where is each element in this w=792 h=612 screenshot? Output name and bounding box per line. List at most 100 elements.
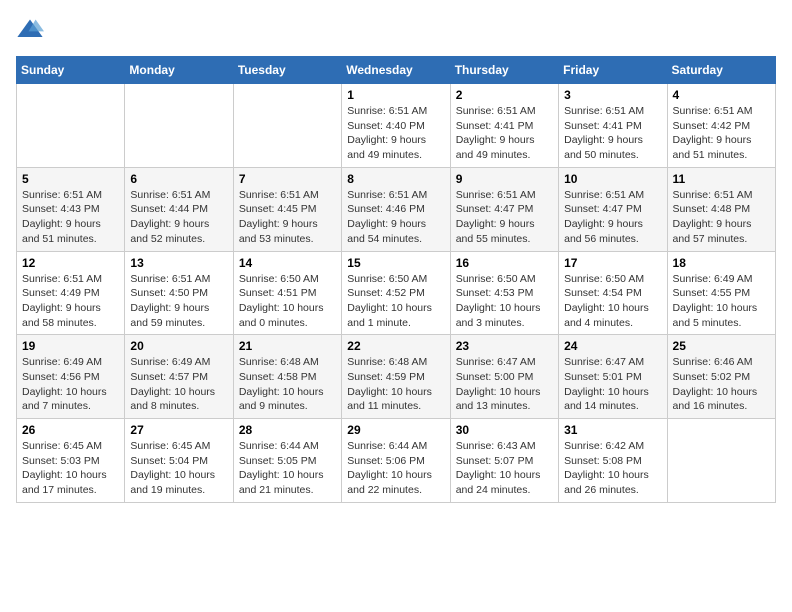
calendar-header-sunday: Sunday [17, 57, 125, 84]
calendar-week-4: 19Sunrise: 6:49 AM Sunset: 4:56 PM Dayli… [17, 335, 776, 419]
calendar-cell: 17Sunrise: 6:50 AM Sunset: 4:54 PM Dayli… [559, 251, 667, 335]
calendar-cell [17, 84, 125, 168]
day-number: 14 [239, 256, 336, 270]
page-header [16, 16, 776, 44]
calendar-cell: 22Sunrise: 6:48 AM Sunset: 4:59 PM Dayli… [342, 335, 450, 419]
day-number: 11 [673, 172, 770, 186]
calendar-cell: 31Sunrise: 6:42 AM Sunset: 5:08 PM Dayli… [559, 419, 667, 503]
calendar-week-3: 12 Sunrise: 6:51 AM Sunset: 4:49 PM Dayli… [17, 251, 776, 335]
calendar-header-monday: Monday [125, 57, 233, 84]
calendar-cell: 28 Sunrise: 6:44 AM Sunset: 5:05 PM Dayli… [233, 419, 341, 503]
calendar-cell: 21 Sunrise: 6:48 AM Sunset: 4:58 PM Dayli… [233, 335, 341, 419]
calendar-cell [667, 419, 775, 503]
day-info: Sunrise: 6:51 AM Sunset: 4:40 PM Dayligh… [347, 104, 444, 163]
day-number: 23 [456, 339, 553, 353]
day-number: 21 [239, 339, 336, 353]
day-number: 6 [130, 172, 227, 186]
day-info: Sunrise: 6:51 AM Sunset: 4:45 PM Dayligh… [239, 188, 336, 247]
calendar-cell: 15Sunrise: 6:50 AM Sunset: 4:52 PM Dayli… [342, 251, 450, 335]
day-number: 15 [347, 256, 444, 270]
calendar-cell: 11 Sunrise: 6:51 AM Sunset: 4:48 PM Dayli… [667, 167, 775, 251]
calendar-week-5: 26Sunrise: 6:45 AM Sunset: 5:03 PM Dayli… [17, 419, 776, 503]
logo [16, 16, 46, 44]
calendar-header-friday: Friday [559, 57, 667, 84]
day-info: Sunrise: 6:49 AM Sunset: 4:55 PM Dayligh… [673, 272, 770, 331]
day-info: Sunrise: 6:47 AM Sunset: 5:00 PM Dayligh… [456, 355, 553, 414]
day-number: 3 [564, 88, 661, 102]
day-number: 18 [673, 256, 770, 270]
calendar-cell: 25Sunrise: 6:46 AM Sunset: 5:02 PM Dayli… [667, 335, 775, 419]
calendar-table: SundayMondayTuesdayWednesdayThursdayFrid… [16, 56, 776, 503]
calendar-cell: 18 Sunrise: 6:49 AM Sunset: 4:55 PM Dayli… [667, 251, 775, 335]
day-info: Sunrise: 6:46 AM Sunset: 5:02 PM Dayligh… [673, 355, 770, 414]
day-info: Sunrise: 6:44 AM Sunset: 5:06 PM Dayligh… [347, 439, 444, 498]
calendar-cell: 16 Sunrise: 6:50 AM Sunset: 4:53 PM Dayli… [450, 251, 558, 335]
day-number: 30 [456, 423, 553, 437]
calendar-cell: 26Sunrise: 6:45 AM Sunset: 5:03 PM Dayli… [17, 419, 125, 503]
calendar-cell: 23 Sunrise: 6:47 AM Sunset: 5:00 PM Dayli… [450, 335, 558, 419]
day-info: Sunrise: 6:51 AM Sunset: 4:44 PM Dayligh… [130, 188, 227, 247]
calendar-cell: 24 Sunrise: 6:47 AM Sunset: 5:01 PM Dayli… [559, 335, 667, 419]
calendar-cell: 13 Sunrise: 6:51 AM Sunset: 4:50 PM Dayli… [125, 251, 233, 335]
day-number: 27 [130, 423, 227, 437]
calendar-cell: 19Sunrise: 6:49 AM Sunset: 4:56 PM Dayli… [17, 335, 125, 419]
day-info: Sunrise: 6:51 AM Sunset: 4:47 PM Dayligh… [564, 188, 661, 247]
day-number: 5 [22, 172, 119, 186]
calendar-cell: 20 Sunrise: 6:49 AM Sunset: 4:57 PM Dayli… [125, 335, 233, 419]
day-info: Sunrise: 6:51 AM Sunset: 4:43 PM Dayligh… [22, 188, 119, 247]
day-info: Sunrise: 6:50 AM Sunset: 4:54 PM Dayligh… [564, 272, 661, 331]
day-info: Sunrise: 6:51 AM Sunset: 4:41 PM Dayligh… [564, 104, 661, 163]
day-info: Sunrise: 6:50 AM Sunset: 4:53 PM Dayligh… [456, 272, 553, 331]
calendar-cell: 6 Sunrise: 6:51 AM Sunset: 4:44 PM Daylig… [125, 167, 233, 251]
calendar-cell: 12 Sunrise: 6:51 AM Sunset: 4:49 PM Dayli… [17, 251, 125, 335]
day-info: Sunrise: 6:49 AM Sunset: 4:57 PM Dayligh… [130, 355, 227, 414]
day-number: 28 [239, 423, 336, 437]
day-number: 7 [239, 172, 336, 186]
day-number: 16 [456, 256, 553, 270]
calendar-week-2: 5 Sunrise: 6:51 AM Sunset: 4:43 PM Daylig… [17, 167, 776, 251]
day-info: Sunrise: 6:44 AM Sunset: 5:05 PM Dayligh… [239, 439, 336, 498]
day-info: Sunrise: 6:51 AM Sunset: 4:41 PM Dayligh… [456, 104, 553, 163]
day-number: 10 [564, 172, 661, 186]
day-number: 29 [347, 423, 444, 437]
calendar-cell: 30 Sunrise: 6:43 AM Sunset: 5:07 PM Dayli… [450, 419, 558, 503]
calendar-header-thursday: Thursday [450, 57, 558, 84]
day-number: 9 [456, 172, 553, 186]
day-info: Sunrise: 6:50 AM Sunset: 4:51 PM Dayligh… [239, 272, 336, 331]
day-info: Sunrise: 6:48 AM Sunset: 4:58 PM Dayligh… [239, 355, 336, 414]
calendar-cell [125, 84, 233, 168]
calendar-cell: 4 Sunrise: 6:51 AM Sunset: 4:42 PM Daylig… [667, 84, 775, 168]
day-number: 1 [347, 88, 444, 102]
day-info: Sunrise: 6:48 AM Sunset: 4:59 PM Dayligh… [347, 355, 444, 414]
calendar-header-row: SundayMondayTuesdayWednesdayThursdayFrid… [17, 57, 776, 84]
day-info: Sunrise: 6:49 AM Sunset: 4:56 PM Dayligh… [22, 355, 119, 414]
day-info: Sunrise: 6:51 AM Sunset: 4:49 PM Dayligh… [22, 272, 119, 331]
day-number: 12 [22, 256, 119, 270]
calendar-cell: 3 Sunrise: 6:51 AM Sunset: 4:41 PM Daylig… [559, 84, 667, 168]
calendar-cell: 29 Sunrise: 6:44 AM Sunset: 5:06 PM Dayli… [342, 419, 450, 503]
logo-icon [16, 16, 44, 44]
calendar-header-tuesday: Tuesday [233, 57, 341, 84]
calendar-cell: 14 Sunrise: 6:50 AM Sunset: 4:51 PM Dayli… [233, 251, 341, 335]
day-info: Sunrise: 6:43 AM Sunset: 5:07 PM Dayligh… [456, 439, 553, 498]
day-number: 13 [130, 256, 227, 270]
day-number: 24 [564, 339, 661, 353]
day-info: Sunrise: 6:51 AM Sunset: 4:42 PM Dayligh… [673, 104, 770, 163]
calendar-header-wednesday: Wednesday [342, 57, 450, 84]
calendar-cell: 1 Sunrise: 6:51 AM Sunset: 4:40 PM Daylig… [342, 84, 450, 168]
day-number: 8 [347, 172, 444, 186]
day-info: Sunrise: 6:45 AM Sunset: 5:04 PM Dayligh… [130, 439, 227, 498]
day-number: 20 [130, 339, 227, 353]
day-info: Sunrise: 6:47 AM Sunset: 5:01 PM Dayligh… [564, 355, 661, 414]
day-info: Sunrise: 6:51 AM Sunset: 4:48 PM Dayligh… [673, 188, 770, 247]
day-info: Sunrise: 6:51 AM Sunset: 4:50 PM Dayligh… [130, 272, 227, 331]
calendar-cell: 10 Sunrise: 6:51 AM Sunset: 4:47 PM Dayli… [559, 167, 667, 251]
day-info: Sunrise: 6:51 AM Sunset: 4:46 PM Dayligh… [347, 188, 444, 247]
calendar-cell: 2Sunrise: 6:51 AM Sunset: 4:41 PM Daylig… [450, 84, 558, 168]
day-info: Sunrise: 6:45 AM Sunset: 5:03 PM Dayligh… [22, 439, 119, 498]
day-info: Sunrise: 6:42 AM Sunset: 5:08 PM Dayligh… [564, 439, 661, 498]
day-number: 4 [673, 88, 770, 102]
calendar-week-1: 1 Sunrise: 6:51 AM Sunset: 4:40 PM Daylig… [17, 84, 776, 168]
day-info: Sunrise: 6:51 AM Sunset: 4:47 PM Dayligh… [456, 188, 553, 247]
calendar-cell: 8 Sunrise: 6:51 AM Sunset: 4:46 PM Daylig… [342, 167, 450, 251]
